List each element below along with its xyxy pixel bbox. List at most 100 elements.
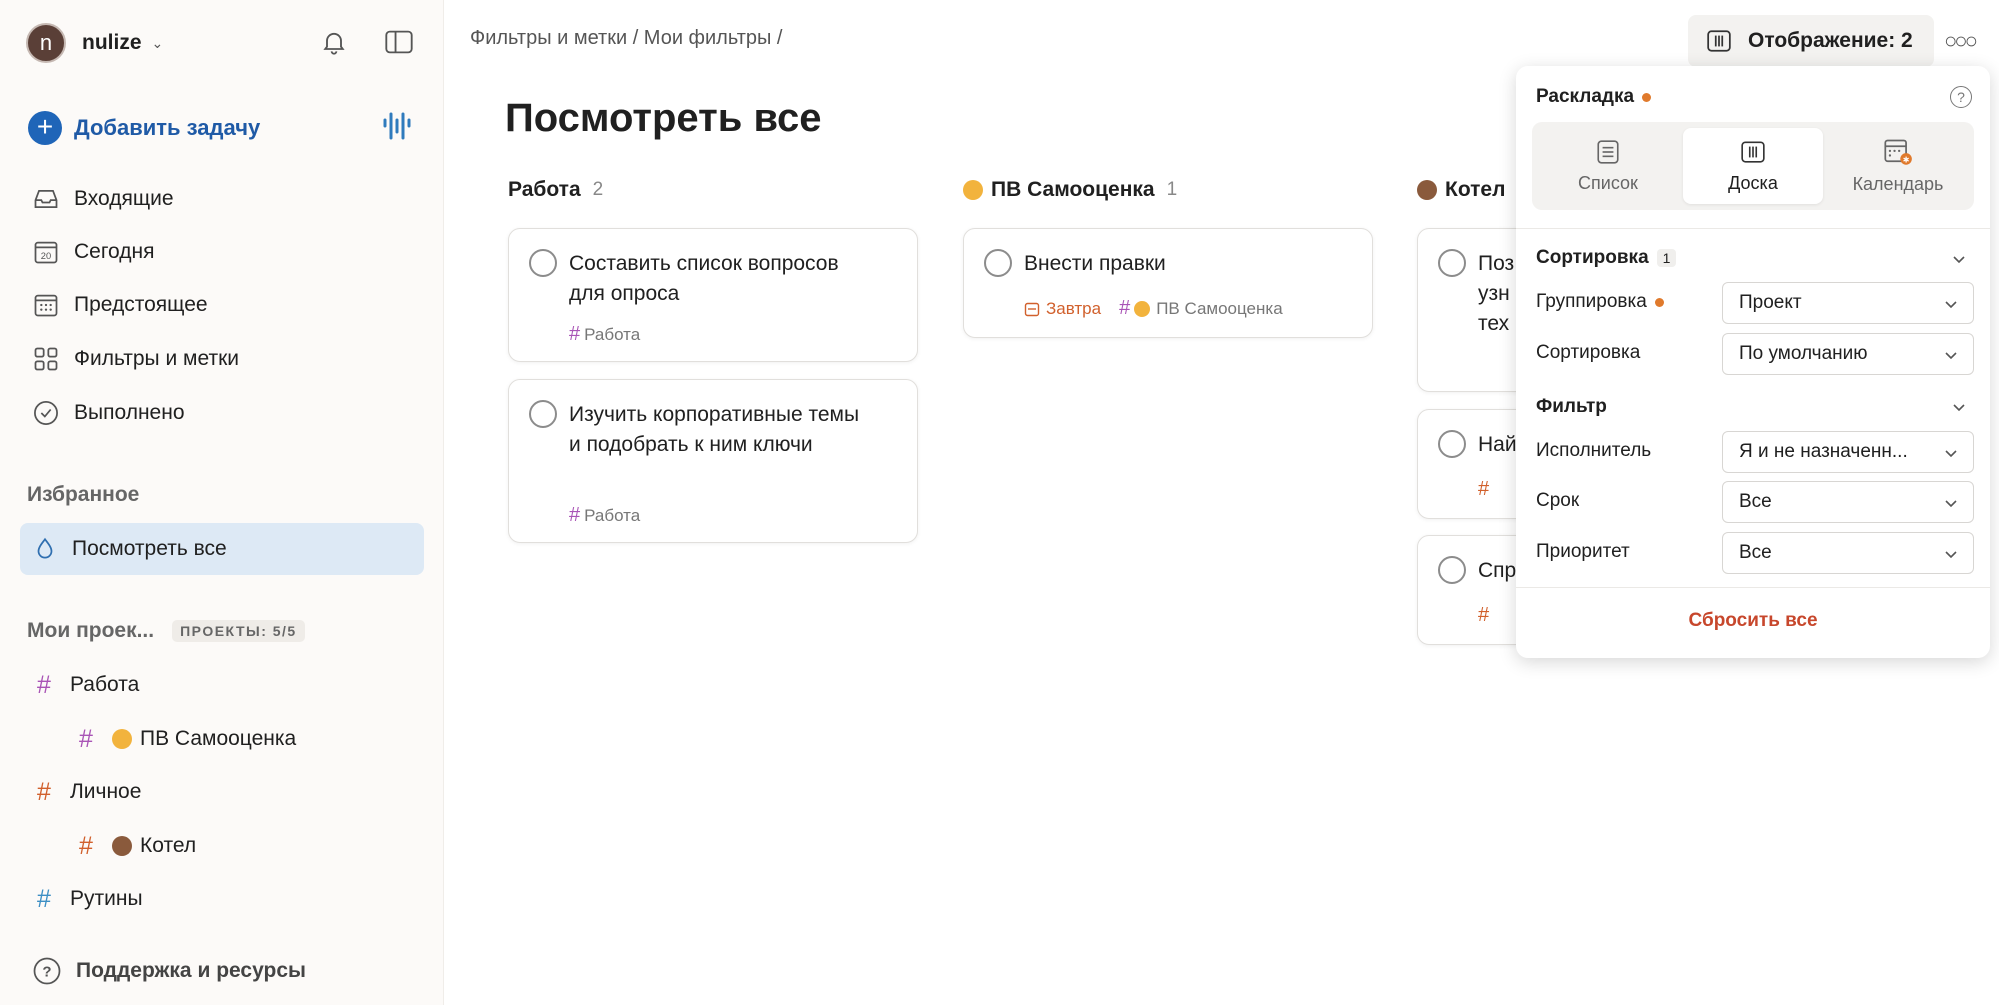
layout-list-button[interactable]: Список (1538, 128, 1678, 204)
nav-today[interactable]: 20 Сегодня (20, 226, 424, 278)
calendar-icon: ✱ (1884, 139, 1912, 165)
project-label: ПВ Самооценка (140, 727, 297, 750)
nav-label: Входящие (74, 187, 174, 210)
support-link[interactable]: ? Поддержка и ресурсы (32, 946, 306, 996)
chevron-down-icon[interactable] (1950, 250, 1968, 268)
chevron-down-icon (1945, 551, 1957, 559)
board-icon (1741, 140, 1765, 163)
favorite-view-all[interactable]: Посмотреть все (20, 523, 424, 575)
nav-label: Выполнено (74, 401, 185, 424)
task-title[interactable]: Внести правки (1024, 249, 1324, 279)
face-emoji-icon (963, 180, 983, 200)
column-header: Котел (1417, 178, 1505, 202)
task-checkbox[interactable] (529, 249, 557, 277)
task-meta: Завтра # ПВ Самооценка (1024, 297, 1283, 320)
divider (1516, 587, 1990, 588)
page-title: Посмотреть все (505, 96, 822, 140)
task-title[interactable]: Спр (1478, 556, 1516, 586)
more-options-icon[interactable]: ○○○ (1944, 28, 1978, 54)
filter-group-header[interactable]: Фильтр (1536, 396, 1607, 418)
nav-filters[interactable]: Фильтры и метки (20, 333, 424, 385)
column-title: Котел (1445, 178, 1506, 201)
task-checkbox[interactable] (1438, 556, 1466, 584)
column-count: 1 (1166, 179, 1178, 200)
list-icon (1597, 139, 1619, 164)
due-select[interactable]: Все (1722, 481, 1974, 523)
hash-icon: # (37, 777, 51, 806)
assignee-label: Исполнитель (1536, 440, 1652, 461)
hash-icon: # (37, 670, 51, 699)
sorting-group-header[interactable]: Сортировка 1 (1536, 247, 1677, 269)
priority-label: Приоритет (1536, 541, 1630, 562)
breadcrumb[interactable]: Фильтры и метки / Мои фильтры / (470, 27, 782, 50)
board-icon (1707, 30, 1731, 52)
view-options-button[interactable]: Отображение: 2 (1688, 15, 1934, 67)
snail-emoji-icon (1417, 180, 1437, 200)
calendar-icon (1024, 302, 1040, 316)
project-item[interactable]: # Рутины (34, 874, 143, 924)
filters-grid-icon (34, 347, 58, 371)
favorites-title[interactable]: Избранное (27, 483, 139, 507)
column-count: 2 (592, 179, 604, 200)
chevron-down-icon[interactable] (1950, 398, 1968, 416)
reset-all-button[interactable]: Сбросить все (1516, 610, 1990, 632)
add-task-button[interactable]: + Добавить задачу (28, 108, 260, 148)
nav-upcoming[interactable]: Предстоящее (20, 279, 424, 331)
task-checkbox[interactable] (984, 249, 1012, 277)
layout-board-button[interactable]: Доска (1683, 128, 1823, 204)
task-card[interactable]: Изучить корпоративные темы и подобрать к… (508, 379, 918, 543)
task-title[interactable]: Составить список вопросов для опроса (569, 249, 869, 309)
sidebar: n nulize ⌄ + Добавить задачу Входящие 20… (0, 0, 444, 1005)
task-checkbox[interactable] (1438, 249, 1466, 277)
waveform-icon[interactable] (382, 108, 412, 144)
task-card[interactable]: Составить список вопросов для опроса # Ра… (508, 228, 918, 362)
bell-icon[interactable] (320, 28, 348, 56)
task-checkbox[interactable] (1438, 430, 1466, 458)
assignee-select[interactable]: Я и не назначенн... (1722, 431, 1974, 473)
grouping-label: Группировка (1536, 291, 1664, 313)
task-title[interactable]: Изучить корпоративные темы и подобрать к… (569, 400, 869, 460)
grouping-select[interactable]: Проект (1722, 282, 1974, 324)
user-menu[interactable]: n nulize ⌄ (26, 20, 417, 66)
svg-text:20: 20 (41, 251, 51, 261)
nav-label: Фильтры и метки (74, 347, 239, 370)
project-item[interactable]: # Личное (34, 767, 141, 817)
due-date[interactable]: Завтра (1024, 299, 1101, 319)
help-icon[interactable]: ? (1950, 86, 1972, 108)
face-emoji-icon (112, 729, 132, 749)
project-item[interactable]: # ПВ Самооценка (76, 714, 296, 764)
divider (1516, 228, 1990, 229)
chevron-down-icon[interactable]: ⌄ (152, 35, 164, 52)
user-name[interactable]: nulize (82, 31, 142, 55)
nav-label: Сегодня (74, 240, 155, 263)
task-title[interactable]: Най (1478, 430, 1517, 460)
svg-text:?: ? (42, 964, 51, 981)
project-label: Работа (70, 673, 140, 696)
sort-label: Сортировка (1536, 342, 1641, 363)
column-header: ПВ Самооценка 1 (963, 178, 1177, 202)
avatar[interactable]: n (26, 23, 66, 63)
layout-calendar-button[interactable]: ✱ Календарь (1828, 128, 1968, 204)
calendar-today-icon: 20 (34, 241, 58, 264)
face-emoji-icon (1134, 300, 1151, 317)
sort-select[interactable]: По умолчанию (1722, 333, 1974, 375)
project-label: Личное (70, 780, 142, 803)
projects-header[interactable]: Мои проек... ПРОЕКТЫ: 5/5 (27, 619, 305, 643)
task-card[interactable]: Внести правки Завтра # ПВ Самооценка (963, 228, 1373, 338)
column-title: ПВ Самооценка (991, 178, 1155, 201)
task-checkbox[interactable] (529, 400, 557, 428)
column-title: Работа (508, 178, 581, 201)
due-label: Срок (1536, 490, 1580, 511)
drop-icon (37, 537, 53, 559)
support-label: Поддержка и ресурсы (76, 959, 306, 982)
project-item[interactable]: # Котел (76, 821, 196, 871)
priority-select[interactable]: Все (1722, 532, 1974, 574)
sorting-count-badge: 1 (1656, 249, 1677, 267)
project-item[interactable]: # Работа (34, 660, 139, 710)
sidebar-toggle-icon[interactable] (384, 28, 414, 56)
nav-completed[interactable]: Выполнено (20, 387, 424, 439)
view-options-label: Отображение: 2 (1748, 29, 1913, 52)
changed-dot (1642, 92, 1652, 102)
task-project-tag: # Работа (569, 504, 641, 526)
nav-inbox[interactable]: Входящие (20, 173, 424, 225)
